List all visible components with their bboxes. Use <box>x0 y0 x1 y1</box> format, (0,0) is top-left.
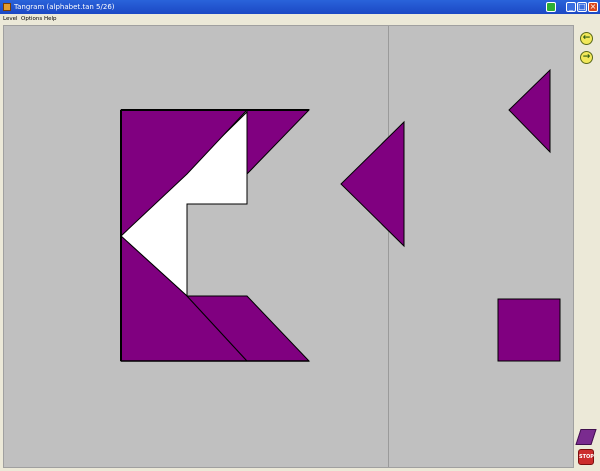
left-arrow-icon[interactable]: ← <box>580 32 593 45</box>
game-canvas[interactable] <box>3 25 574 468</box>
side-toolbar: ← → STOP <box>574 25 600 471</box>
right-arrow-icon[interactable]: → <box>580 51 593 64</box>
stop-icon[interactable]: STOP <box>578 449 594 465</box>
minimize-button[interactable]: _ <box>566 2 576 12</box>
title-bar: Tangram (alphabet.tan 5/26) _ □ × <box>0 0 600 14</box>
book-icon[interactable] <box>575 429 597 445</box>
window-title: Tangram (alphabet.tan 5/26) <box>14 3 115 11</box>
app-icon <box>3 3 11 11</box>
menu-bar: Level Options Help <box>0 14 600 24</box>
menu-level[interactable]: Level <box>3 15 18 23</box>
loose-square[interactable] <box>497 298 561 362</box>
loose-small-triangle[interactable] <box>508 68 551 154</box>
tangram-board[interactable] <box>4 26 575 469</box>
placed-small-triangle-top-right[interactable] <box>246 109 311 176</box>
menu-help[interactable]: Help <box>44 15 57 23</box>
menu-options[interactable]: Options <box>21 15 42 23</box>
close-button[interactable]: × <box>588 2 598 12</box>
loose-medium-triangle[interactable] <box>340 120 405 248</box>
green-app-icon[interactable] <box>546 2 556 12</box>
maximize-button[interactable]: □ <box>577 2 587 12</box>
